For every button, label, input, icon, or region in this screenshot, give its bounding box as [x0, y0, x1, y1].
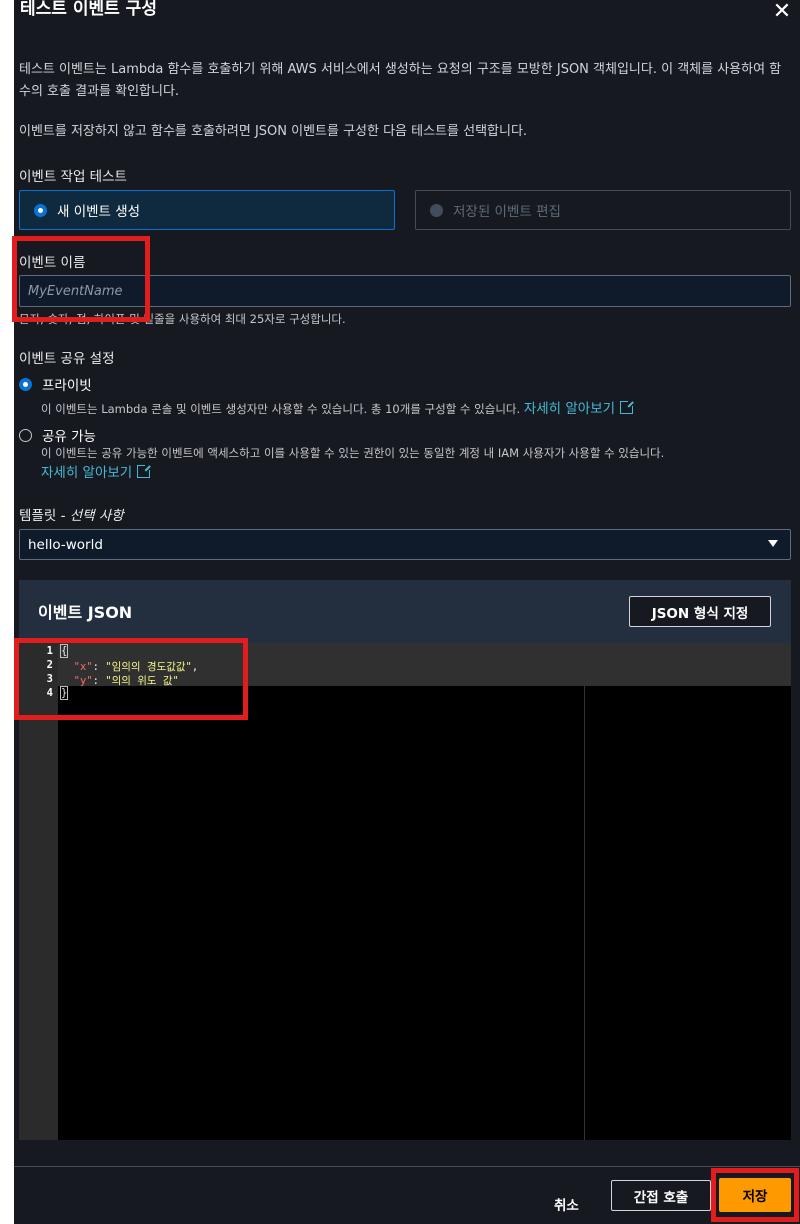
footer-divider [14, 1166, 800, 1167]
radio-selected-icon [34, 203, 47, 217]
print-margin-line [584, 686, 585, 1140]
template-select[interactable]: hello-world [19, 529, 791, 560]
saved-event-option: 저장된 이벤트 편집 [415, 190, 791, 230]
event-action-label: 이벤트 작업 테스트 [19, 169, 127, 185]
caret-down-icon [768, 540, 778, 547]
private-description: 이 이벤트는 Lambda 콘솔 및 이벤트 생성자만 사용할 수 있습니다. … [41, 397, 636, 417]
new-event-option[interactable]: 새 이벤트 생성 [19, 190, 395, 230]
test-event-modal: 테스트 이벤트 구성 ✕ 테스트 이벤트는 Lambda 함수를 호출하기 위해… [14, 0, 800, 1224]
sharing-label: 이벤트 공유 설정 [19, 351, 115, 367]
shareable-learn-more-text: 자세히 알아보기 [41, 465, 133, 481]
invoke-button[interactable]: 간접 호출 [611, 1180, 711, 1211]
private-label: 프라이빗 [42, 378, 92, 394]
private-learn-more-text: 자세히 알아보기 [523, 401, 616, 417]
modal-description-2: 이벤트를 저장하지 않고 함수를 호출하려면 JSON 이벤트를 구성한 다음 … [19, 124, 528, 139]
private-option[interactable]: 프라이빗 [19, 374, 92, 394]
modal-title: 테스트 이벤트 구성 [20, 0, 157, 19]
annotation-box-json [14, 638, 248, 720]
modal-description: 테스트 이벤트는 Lambda 함수를 호출하기 위해 AWS 서비스에서 생성… [19, 62, 782, 99]
saved-event-label: 저장된 이벤트 편집 [453, 204, 561, 220]
annotation-box-event-name [12, 236, 150, 322]
radio-selected-icon [19, 377, 32, 391]
radio-unselected-icon [19, 428, 32, 442]
private-learn-more-link[interactable]: 자세히 알아보기 [523, 399, 636, 417]
shareable-description: 이 이벤트는 공유 가능한 이벤트에 액세스하고 이를 사용할 수 있는 권한이… [41, 446, 665, 460]
radio-disabled-icon [430, 203, 443, 217]
annotation-box-save [711, 1168, 799, 1222]
shareable-option[interactable]: 공유 가능 [19, 425, 96, 445]
external-link-icon [137, 463, 153, 478]
cancel-button[interactable]: 취소 [554, 1194, 579, 1214]
template-optional-text: - 선택 사항 [60, 508, 124, 524]
event-json-title: 이벤트 JSON [38, 603, 133, 622]
template-label: 템플릿 - 선택 사항 [19, 504, 124, 524]
external-link-icon [620, 399, 636, 414]
template-label-text: 템플릿 [19, 508, 57, 524]
shareable-learn-more-link[interactable]: 자세히 알아보기 [41, 461, 153, 481]
private-description-text: 이 이벤트는 Lambda 콘솔 및 이벤트 생성자만 사용할 수 있습니다. … [41, 402, 521, 416]
template-value: hello-world [28, 536, 103, 553]
close-icon[interactable]: ✕ [772, 1, 792, 23]
new-event-label: 새 이벤트 생성 [57, 204, 141, 220]
format-json-button[interactable]: JSON 형식 지정 [629, 596, 771, 627]
shareable-label: 공유 가능 [42, 429, 96, 445]
